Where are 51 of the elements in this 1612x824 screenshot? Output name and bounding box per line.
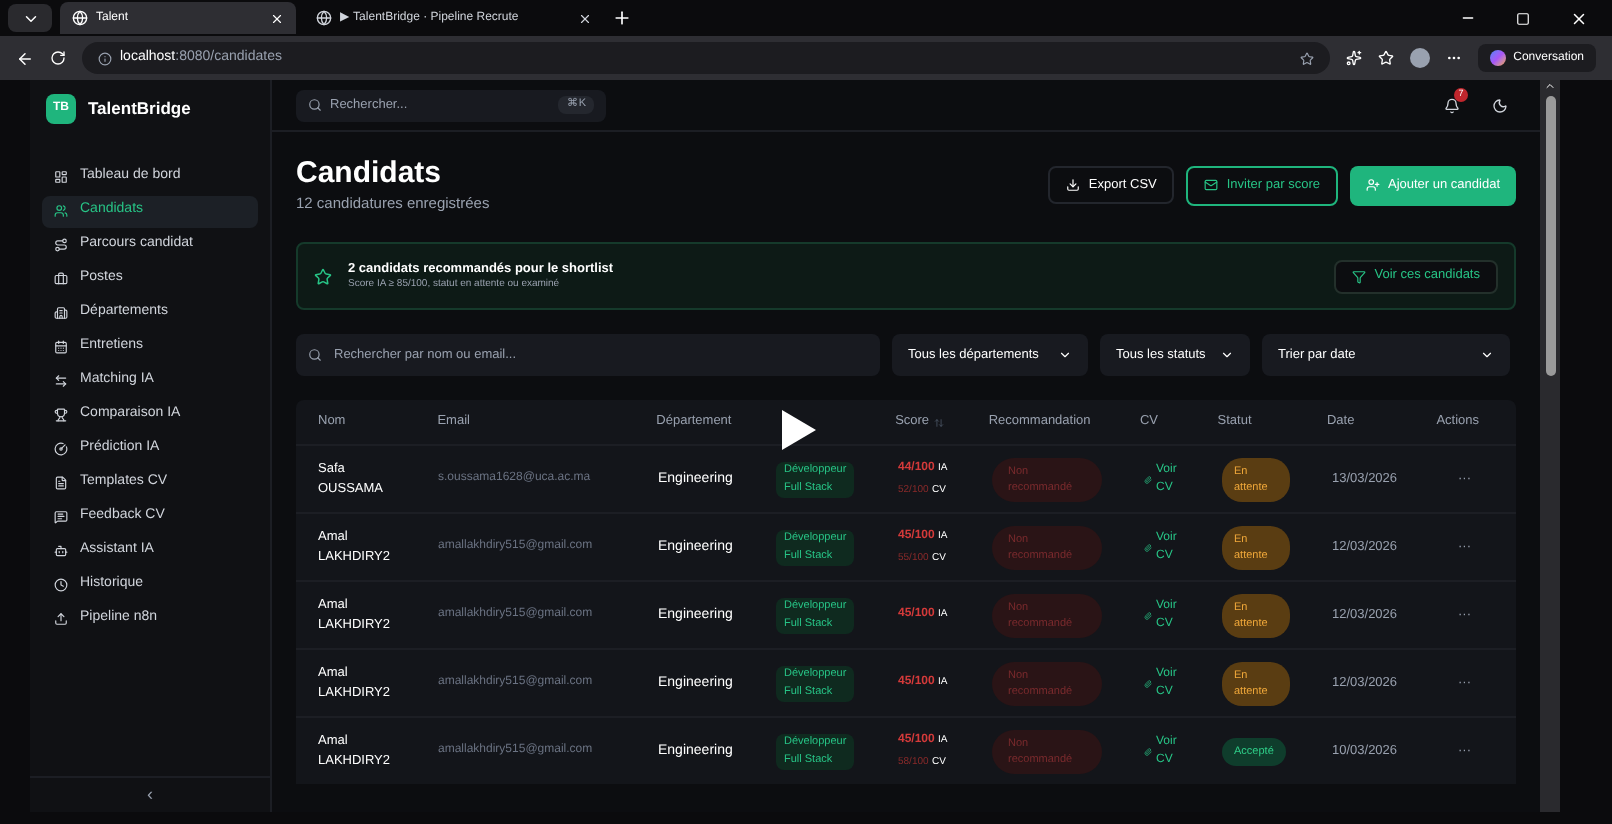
search-icon [308, 348, 322, 363]
brand-name: TalentBridge [88, 95, 191, 121]
search-icon [308, 98, 322, 112]
upload-icon [54, 612, 68, 626]
favorites-icon[interactable] [1377, 50, 1394, 66]
users-icon [54, 204, 68, 218]
chevron-icon [1220, 348, 1234, 363]
info-icon[interactable] [98, 51, 112, 65]
globe-icon [72, 10, 88, 26]
trophy-icon [54, 408, 68, 422]
globe-icon [316, 10, 332, 26]
paperclip-icon [1144, 543, 1152, 552]
dashboard-icon [54, 170, 68, 184]
page-title: Candidats [296, 156, 444, 192]
profile-avatar[interactable] [1409, 48, 1430, 68]
new-tab-icon[interactable] [612, 8, 632, 28]
filter-icon [1352, 269, 1367, 284]
scrollbar-thumb[interactable] [1545, 96, 1555, 376]
calendar-icon [54, 340, 68, 354]
building-icon [54, 306, 68, 320]
paperclip-icon [1144, 475, 1152, 484]
copilot-icon [1489, 50, 1506, 66]
extension-icon[interactable] [1345, 50, 1362, 66]
close-icon[interactable] [578, 11, 592, 25]
download-icon [1066, 178, 1081, 193]
route-icon [54, 238, 68, 252]
user-plus-icon [1365, 178, 1380, 193]
paperclip-icon [1144, 611, 1152, 620]
collapse-button[interactable]: ‹ [147, 781, 153, 809]
bell-icon[interactable] [1444, 97, 1460, 113]
reload-icon[interactable] [50, 50, 66, 66]
star-icon[interactable] [1299, 51, 1314, 65]
arrows-icon [54, 374, 68, 388]
chevron-icon [1480, 348, 1494, 363]
maximize-icon[interactable] [1516, 11, 1530, 25]
clock-icon [54, 578, 68, 592]
message-icon [54, 510, 68, 524]
star-icon [314, 267, 332, 286]
tab-menu-button[interactable] [8, 4, 52, 32]
mail-icon [1204, 178, 1219, 193]
robot-icon [54, 544, 68, 558]
paperclip-icon [1144, 679, 1152, 688]
scroll-up-icon[interactable] [1544, 80, 1556, 92]
briefcase-icon [54, 272, 68, 286]
gauge-icon [54, 442, 68, 456]
paperclip-icon [1144, 747, 1152, 756]
moon-icon[interactable] [1492, 97, 1508, 113]
back-icon[interactable] [16, 49, 34, 67]
play-icon[interactable] [778, 408, 818, 452]
document-icon [54, 476, 68, 490]
chevron-icon [1058, 348, 1072, 363]
